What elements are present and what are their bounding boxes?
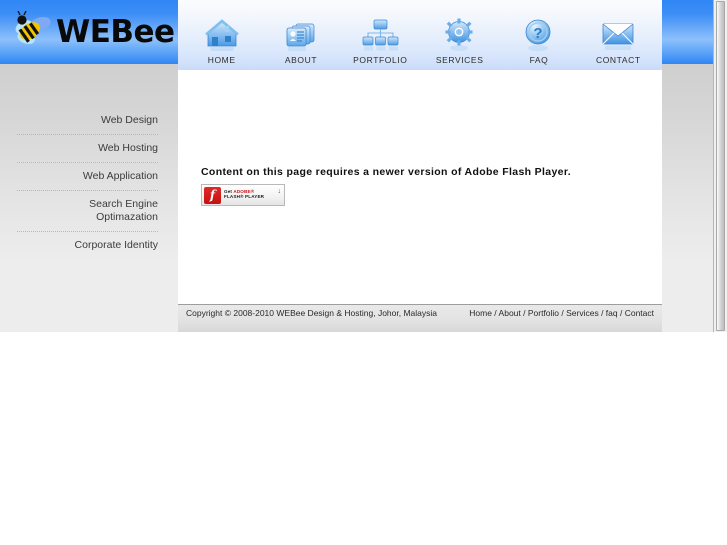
site-footer: Copyright © 2008-2010 WEBee Design & Hos… (178, 304, 662, 332)
sidebar-item-label: Search Engine (89, 198, 158, 210)
nav-item-portfolio[interactable]: PORTFOLIO (341, 0, 420, 70)
sidebar-item-web-application[interactable]: Web Application (0, 170, 178, 183)
nav-label: ABOUT (284, 55, 318, 65)
scrollbar-thumb[interactable] (716, 1, 725, 331)
nav-label: PORTFOLIO (353, 55, 408, 65)
vertical-scrollbar[interactable] (713, 0, 727, 332)
nav-item-contact[interactable]: CONTACT (579, 0, 658, 70)
sidebar-item-label: Web Application (82, 170, 158, 182)
logo-text: WEBee (56, 13, 175, 50)
sidebar-item-label-line2: Optimazation (96, 211, 158, 223)
nav-item-home[interactable]: HOME (182, 0, 261, 70)
site-container: HOME ABOUT PORTFOLIO SERVICES ? FAQ CONT… (178, 0, 662, 332)
sidebar-divider (17, 134, 158, 135)
sidebar-item-label: Corporate Identity (74, 239, 158, 251)
get-adobe-flash-player-button[interactable]: f Get ADOBE® FLASH® PLAYER ↓ (201, 184, 285, 206)
flash-notice-text: Content on this page requires a newer ve… (201, 166, 571, 178)
sitemap-icon (361, 10, 399, 52)
nav-item-services[interactable]: SERVICES (420, 0, 499, 70)
nav-label: SERVICES (435, 55, 484, 65)
download-arrow-icon: ↓ (277, 188, 282, 195)
flash-logo-letter: f (209, 188, 216, 202)
browser-viewport: WEBee HOME ABOUT PORTFOLIO SERVICES ? FA… (0, 0, 713, 332)
badge-line-2: FLASH® PLAYER (224, 194, 265, 199)
sidebar-item-search-engine-optimazation[interactable]: Search Engine Optimazation (0, 198, 178, 224)
site-logo[interactable]: WEBee (14, 9, 175, 55)
nav-label: CONTACT (595, 55, 641, 65)
copyright-text: Copyright © 2008-2010 WEBee Design & Hos… (186, 308, 438, 318)
sidebar-item-label: Web Hosting (98, 142, 158, 154)
page-background-right (662, 64, 713, 332)
flash-logo-icon: f (204, 186, 221, 204)
main-navigation: HOME ABOUT PORTFOLIO SERVICES ? FAQ CONT… (178, 0, 662, 70)
envelope-icon (600, 10, 636, 52)
footer-links-text[interactable]: Home / About / Portfolio / Services / fa… (469, 308, 654, 318)
sidebar-divider (17, 231, 158, 232)
sidebar-menu: Web Design Web Hosting Web Application S… (0, 64, 178, 332)
id-cards-icon (282, 10, 320, 52)
flash-player-notice: Content on this page requires a newer ve… (201, 166, 641, 206)
sidebar-item-corporate-identity[interactable]: Corporate Identity (0, 239, 178, 252)
gear-icon (443, 10, 477, 52)
footer-links[interactable]: Home / About / Portfolio / Services / fa… (444, 308, 654, 332)
nav-item-faq[interactable]: ? FAQ (499, 0, 578, 70)
sidebar-item-web-design[interactable]: Web Design (0, 114, 178, 127)
main-content: Content on this page requires a newer ve… (178, 70, 662, 304)
sidebar-item-label: Web Design (100, 114, 158, 126)
house-icon (204, 10, 240, 52)
svg-text:?: ? (533, 25, 542, 42)
nav-label: HOME (207, 55, 236, 65)
page-root: WEBee HOME ABOUT PORTFOLIO SERVICES ? FA… (0, 0, 727, 545)
sidebar-divider (17, 190, 158, 191)
sidebar-item-web-hosting[interactable]: Web Hosting (0, 142, 178, 155)
nav-item-about[interactable]: ABOUT (261, 0, 340, 70)
header-blue-band-right (662, 0, 713, 64)
question-mark-icon: ? (523, 10, 555, 52)
sidebar-divider (17, 162, 158, 163)
nav-label: FAQ (529, 55, 549, 65)
bee-mascot-icon (14, 10, 54, 54)
